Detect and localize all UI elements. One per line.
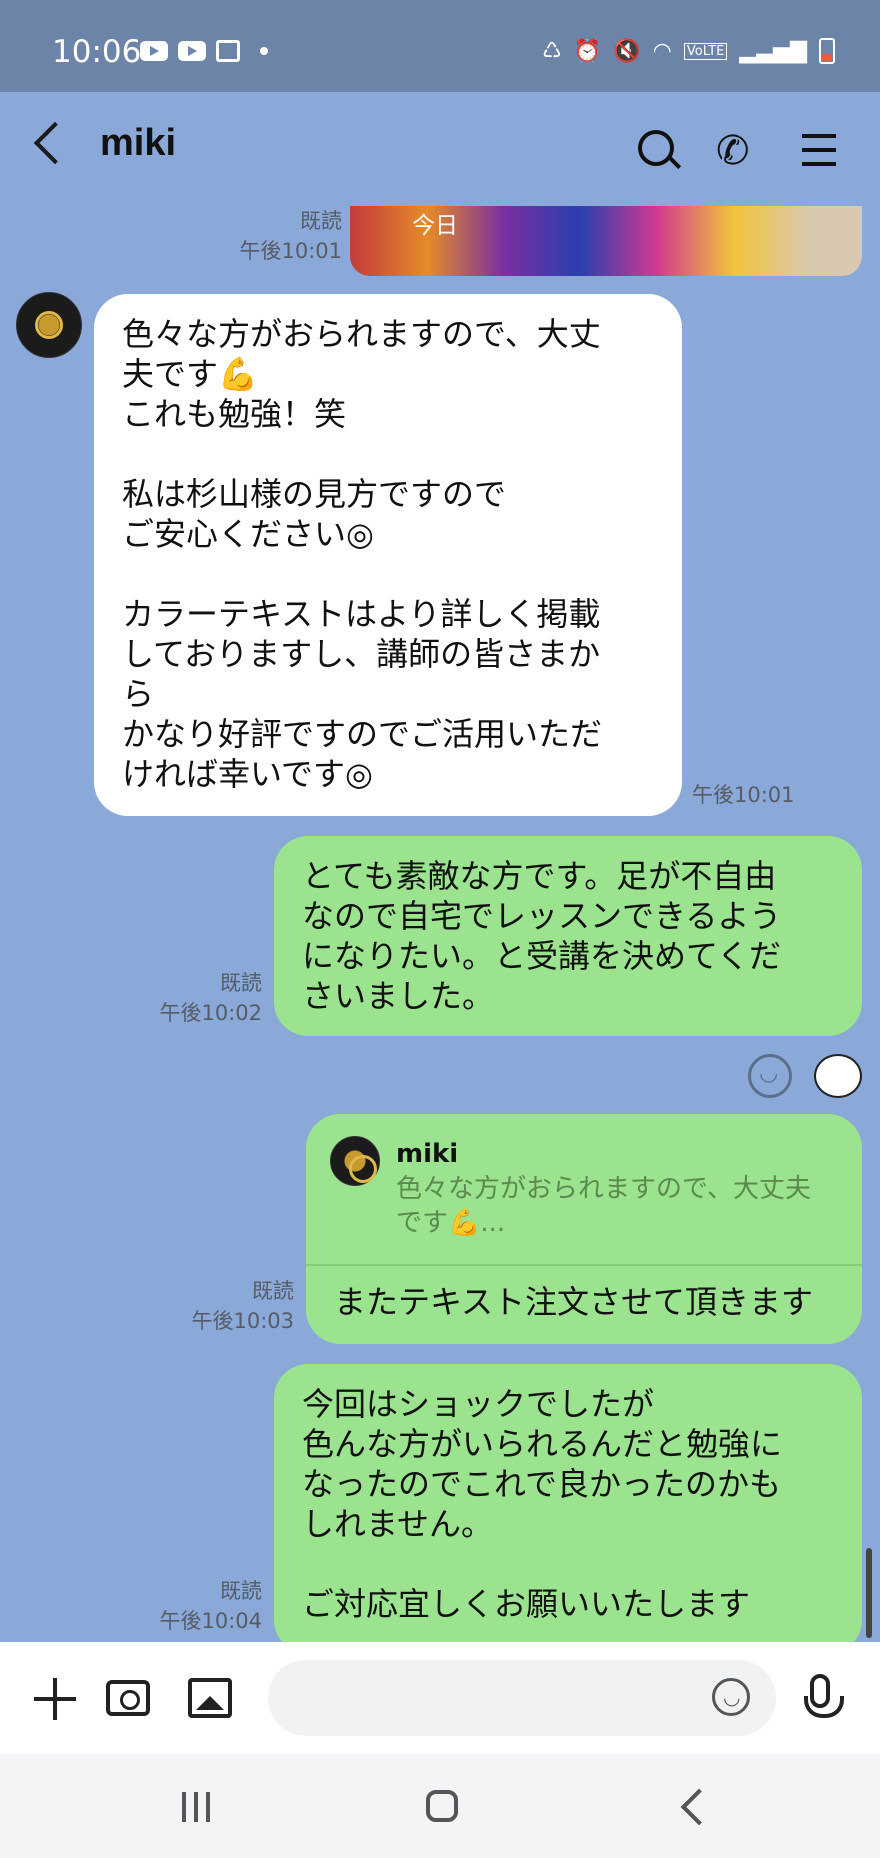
- reaction-icon[interactable]: [748, 1054, 792, 1098]
- message-line: さいました。: [302, 977, 495, 1015]
- nfc-icon: ♺: [542, 38, 562, 64]
- plus-icon[interactable]: [34, 1678, 76, 1720]
- notification-dot-icon: [260, 47, 268, 55]
- message-line: ご安心ください◎: [122, 515, 374, 553]
- nav-back-icon[interactable]: [680, 1788, 718, 1826]
- message-time: 午後10:04: [159, 1609, 262, 1633]
- message-line: なので自宅でレッスンできるよう: [302, 897, 782, 935]
- signal-icon: ▂▃▅▇: [739, 38, 807, 64]
- youtube-icon: [140, 41, 168, 61]
- message-time: 午後10:01: [239, 239, 342, 263]
- reply-text: またテキスト注文させて頂きます: [334, 1283, 814, 1321]
- incoming-message-bubble[interactable]: 色々な方がおられますので、大丈 夫です💪 これも勉強！笑 私は杉山様の見方ですの…: [94, 294, 682, 816]
- message-line: ご対応宜しくお願いいたします: [302, 1585, 751, 1623]
- system-nav-bar: [0, 1754, 880, 1858]
- status-time: 10:06: [52, 34, 142, 70]
- message-meta: 既読 午後10:01: [202, 206, 342, 266]
- wifi-icon: ◠: [652, 38, 672, 64]
- image-overlay-text: 今日: [412, 213, 458, 239]
- alarm-icon: ⏰: [573, 38, 602, 64]
- message-line: カラーテキストはより詳しく掲載: [122, 595, 601, 633]
- message-line: これも勉強！笑: [122, 395, 347, 433]
- scrollbar-thumb[interactable]: [866, 1548, 872, 1638]
- status-bar: 10:06 ♺ ⏰ 🔇 ◠ VoLTE ▂▃▅▇: [0, 0, 880, 92]
- image-message[interactable]: 今日: [350, 206, 862, 276]
- message-line: になりたい。と受講を決めてくだ: [302, 937, 782, 975]
- image-icon: [216, 40, 240, 62]
- outgoing-reply-bubble[interactable]: miki 色々な方がおられますので、大丈夫 です💪... またテキスト注文させて…: [306, 1114, 862, 1344]
- message-meta: 既読 午後10:03: [154, 1276, 294, 1336]
- message-line: 色々な方がおられますので、大丈: [122, 315, 601, 353]
- recent-apps-icon[interactable]: [180, 1792, 216, 1822]
- input-bar: [0, 1642, 880, 1754]
- mute-icon: 🔇: [613, 38, 641, 64]
- youtube-icon: [178, 41, 206, 61]
- mic-icon[interactable]: [804, 1674, 844, 1718]
- message-line: しれません。: [302, 1505, 494, 1543]
- read-receipt: 既読: [300, 209, 342, 233]
- message-time: 午後10:01: [692, 783, 795, 807]
- message-line: 色んな方がいられるんだと勉強に: [302, 1425, 783, 1463]
- camera-icon[interactable]: [106, 1680, 150, 1716]
- read-receipt: 既読: [252, 1279, 294, 1303]
- message-line: 今回はショックでしたが: [302, 1385, 655, 1423]
- message-time: 午後10:03: [191, 1309, 294, 1333]
- message-meta: 既読 午後10:02: [122, 968, 262, 1028]
- message-line: かなり好評ですのでご活用いただ: [122, 715, 603, 753]
- quoted-sender-name: miki: [396, 1139, 459, 1169]
- battery-low-icon: [819, 38, 835, 64]
- quoted-text: 色々な方がおられますので、大丈夫 です💪...: [396, 1172, 836, 1240]
- read-receipt: 既読: [220, 1579, 262, 1603]
- avatar[interactable]: [16, 292, 82, 358]
- chat-header: miki ✆: [0, 92, 880, 202]
- message-line: ら: [122, 675, 155, 713]
- outgoing-message-bubble[interactable]: 今回はショックでしたが 色んな方がいられるんだと勉強に なったのでこれで良かった…: [274, 1364, 862, 1642]
- message-line: とても素敵な方です。足が不自由: [302, 857, 777, 895]
- quoted-line: 色々な方がおられますので、大丈夫: [396, 1174, 811, 1204]
- phone-icon[interactable]: ✆: [716, 128, 762, 174]
- outgoing-message-bubble[interactable]: とても素敵な方です。足が不自由 なので自宅でレッスンできるよう になりたい。と受…: [274, 836, 862, 1036]
- read-receipt: 既読: [220, 971, 262, 995]
- chat-area[interactable]: 既読 午後10:01 今日 色々な方がおられますので、大丈 夫です💪 これも勉強…: [0, 202, 880, 1642]
- back-icon[interactable]: [33, 121, 77, 165]
- search-icon[interactable]: [636, 128, 682, 174]
- message-input[interactable]: [268, 1660, 776, 1736]
- quoted-line: です💪...: [396, 1208, 506, 1238]
- emoji-icon[interactable]: [712, 1678, 750, 1716]
- message-meta: 既読 午後10:04: [122, 1576, 262, 1636]
- message-line: なったのでこれで良かったのかも: [302, 1465, 782, 1503]
- menu-icon[interactable]: [800, 128, 846, 174]
- home-icon[interactable]: [426, 1790, 458, 1822]
- message-line: しておりますし、講師の皆さまか: [122, 635, 601, 673]
- chat-title: miki: [100, 122, 177, 164]
- message-line: 夫です💪: [122, 355, 258, 393]
- message-line: 私は杉山様の見方ですので: [122, 475, 507, 513]
- quoted-avatar: [330, 1136, 380, 1186]
- sticker-reaction-icon[interactable]: [814, 1054, 862, 1098]
- message-time: 午後10:02: [159, 1001, 262, 1025]
- volte-icon: VoLTE: [683, 42, 728, 60]
- quoted-message[interactable]: miki 色々な方がおられますので、大丈夫 です💪...: [306, 1114, 862, 1266]
- image-icon[interactable]: [188, 1678, 232, 1718]
- message-line: ければ幸いです◎: [122, 755, 373, 793]
